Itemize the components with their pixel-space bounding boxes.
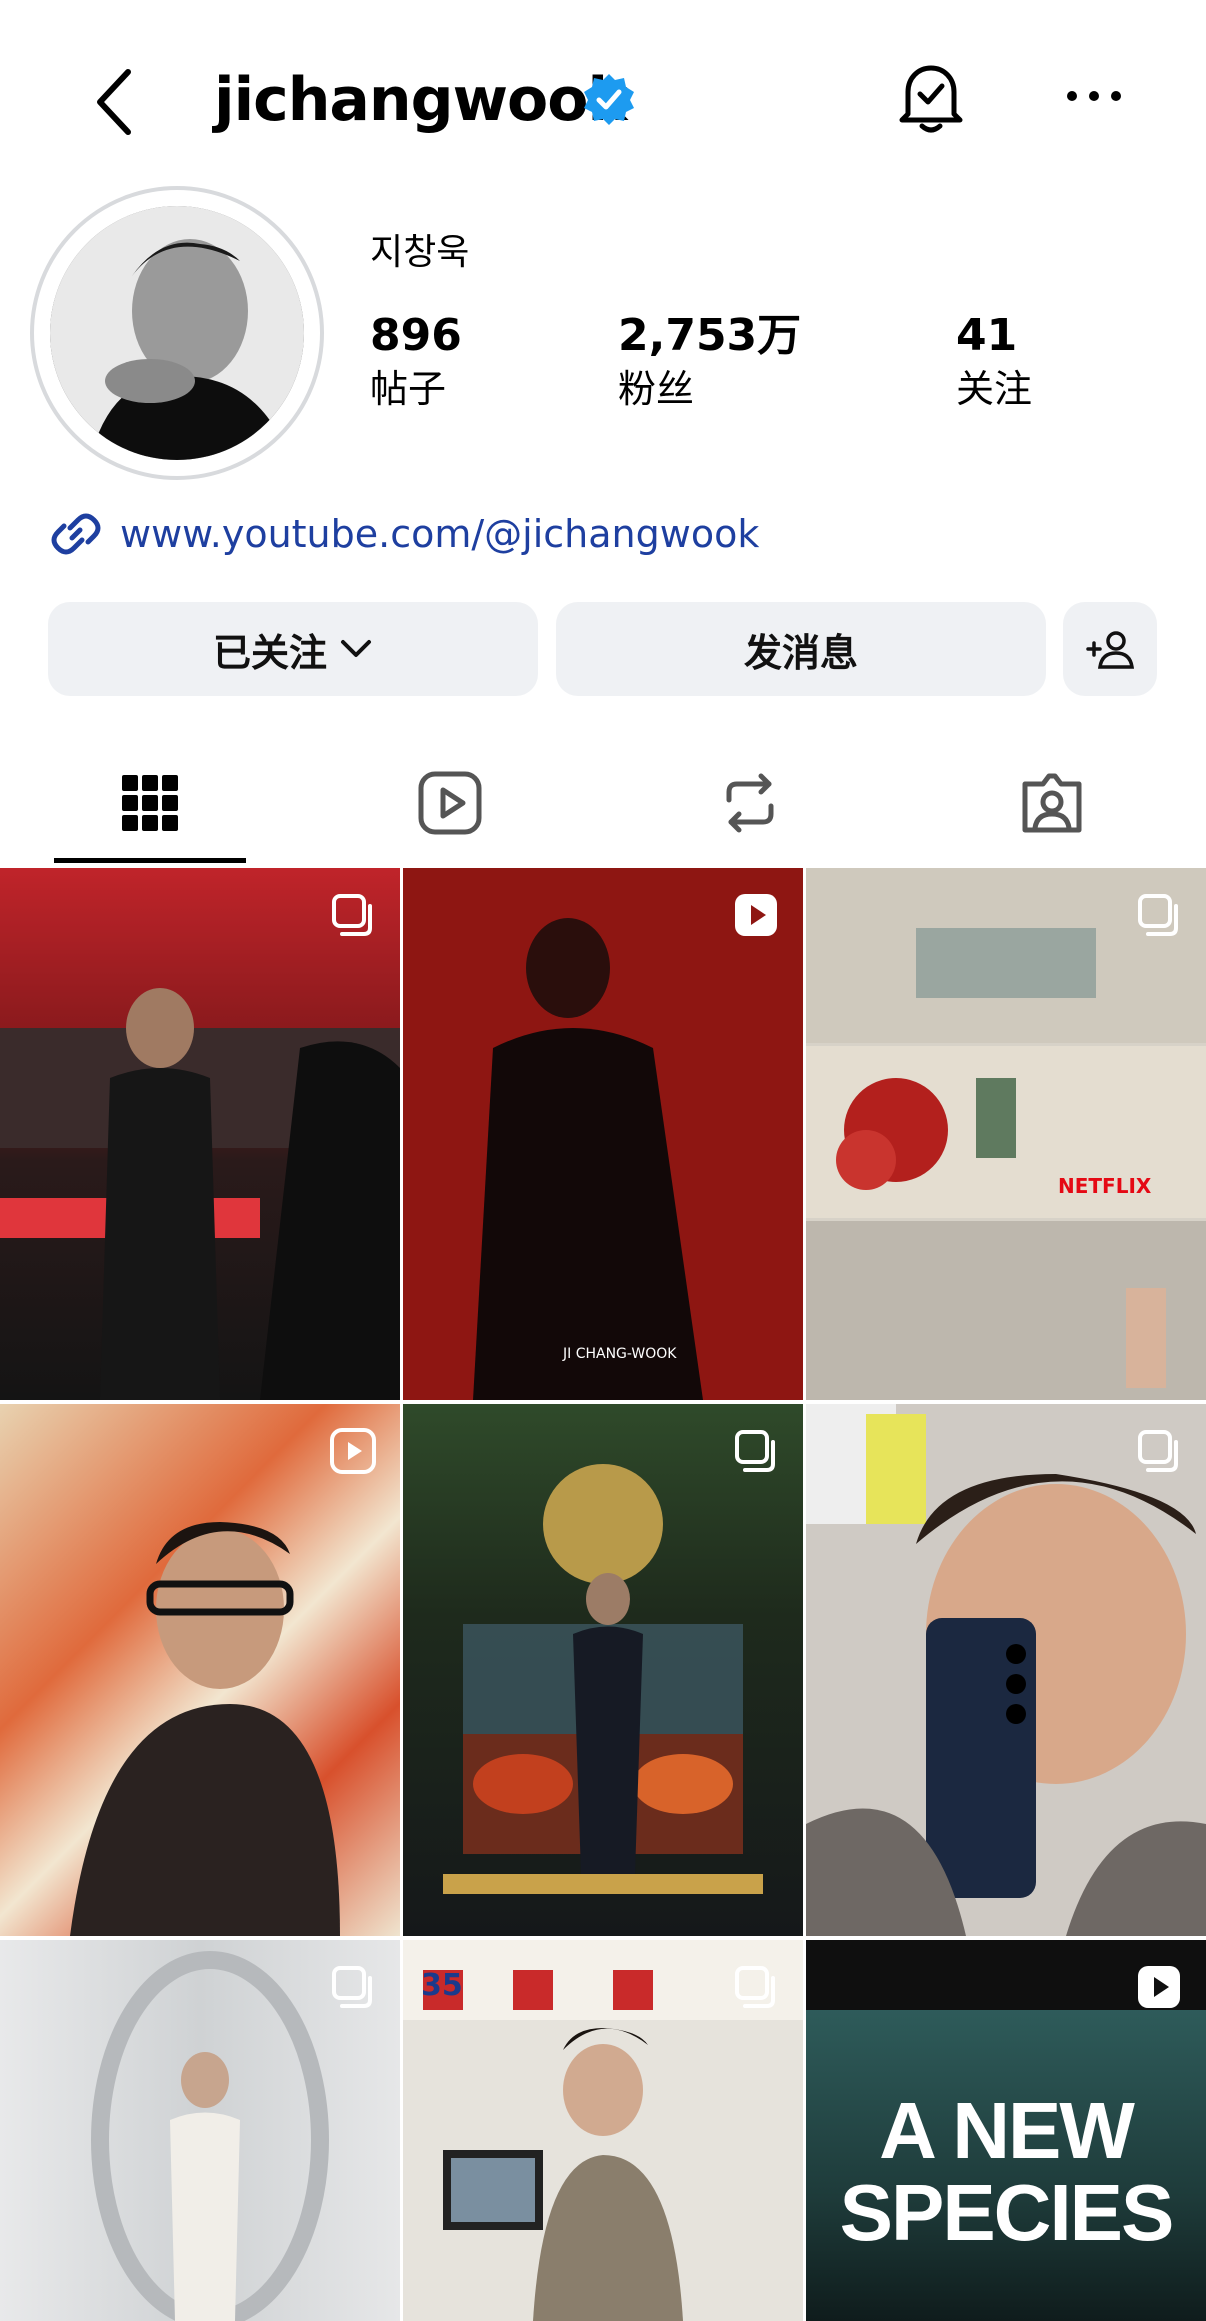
more-options-button[interactable] bbox=[1064, 86, 1124, 106]
carousel-icon bbox=[735, 1966, 775, 2008]
post-tile-7[interactable] bbox=[0, 1940, 400, 2321]
post-tile-1[interactable] bbox=[0, 868, 400, 1400]
stat-followers[interactable]: 2,753万 粉丝 bbox=[618, 308, 801, 414]
tab-posts[interactable] bbox=[60, 748, 240, 858]
display-name: 지창욱 bbox=[370, 232, 470, 273]
back-button[interactable] bbox=[86, 62, 146, 142]
link-icon bbox=[50, 508, 102, 560]
chevron-left-icon bbox=[97, 69, 131, 135]
post-tile-2-caption: JI CHANG-WOOK bbox=[563, 1346, 677, 1362]
stat-posts[interactable]: 896 帖子 bbox=[370, 308, 462, 414]
stat-followers-count: 2,753万 bbox=[618, 310, 802, 361]
post-tile-9[interactable]: A NEW SPECIES bbox=[806, 1940, 1206, 2321]
post-tile-3-caption: NETFLIX bbox=[1058, 1174, 1152, 1198]
stat-posts-label: 帖子 bbox=[370, 367, 447, 411]
carousel-icon bbox=[735, 1430, 775, 1472]
stat-following-label: 关注 bbox=[956, 367, 1033, 411]
stat-followers-label: 粉丝 bbox=[618, 367, 695, 411]
reel-icon bbox=[330, 1428, 376, 1474]
message-button[interactable]: 发消息 bbox=[556, 602, 1046, 696]
post-tile-8-caption: 35 bbox=[421, 1968, 463, 2003]
carousel-icon bbox=[332, 1966, 372, 2008]
verified-badge-icon bbox=[582, 72, 636, 126]
carousel-icon bbox=[1138, 1430, 1178, 1472]
tagged-icon bbox=[1022, 773, 1082, 833]
post-tile-4[interactable] bbox=[0, 1404, 400, 1936]
notifications-button[interactable] bbox=[896, 60, 966, 136]
carousel-icon bbox=[1138, 894, 1178, 936]
grid-icon bbox=[122, 775, 178, 831]
profile-link[interactable]: www.youtube.com/@jichangwook bbox=[120, 506, 759, 562]
tab-reposts[interactable] bbox=[660, 748, 840, 858]
profile-username: jichangwook bbox=[214, 65, 627, 135]
reels-icon bbox=[418, 771, 482, 835]
stat-following[interactable]: 41 关注 bbox=[956, 308, 1032, 414]
post-tile-2[interactable]: JI CHANG-WOOK bbox=[403, 868, 803, 1400]
add-user-icon bbox=[1086, 631, 1134, 669]
following-label: 已关注 bbox=[212, 630, 327, 675]
add-user-button[interactable] bbox=[1063, 602, 1157, 696]
post-tile-8[interactable]: 35 bbox=[403, 1940, 803, 2321]
avatar[interactable] bbox=[50, 206, 304, 460]
repost-icon bbox=[726, 773, 774, 833]
chevron-down-icon bbox=[341, 640, 371, 657]
stat-following-count: 41 bbox=[956, 310, 1018, 361]
post-tile-9-caption: A NEW SPECIES bbox=[839, 2086, 1175, 2257]
post-tile-3[interactable]: NETFLIX bbox=[806, 868, 1206, 1400]
reel-icon bbox=[1138, 1966, 1180, 2008]
carousel-icon bbox=[332, 894, 372, 936]
following-button[interactable]: 已关注 bbox=[48, 602, 538, 696]
message-label: 发消息 bbox=[743, 630, 858, 675]
active-tab-indicator bbox=[54, 858, 246, 863]
tab-reels[interactable] bbox=[360, 748, 540, 858]
bell-check-icon bbox=[899, 65, 963, 133]
more-horizontal-icon bbox=[1067, 91, 1121, 101]
tab-tagged[interactable] bbox=[962, 748, 1142, 858]
stat-posts-count: 896 bbox=[370, 310, 462, 361]
post-tile-5[interactable] bbox=[403, 1404, 803, 1936]
post-tile-6[interactable] bbox=[806, 1404, 1206, 1936]
reel-icon bbox=[735, 894, 777, 936]
